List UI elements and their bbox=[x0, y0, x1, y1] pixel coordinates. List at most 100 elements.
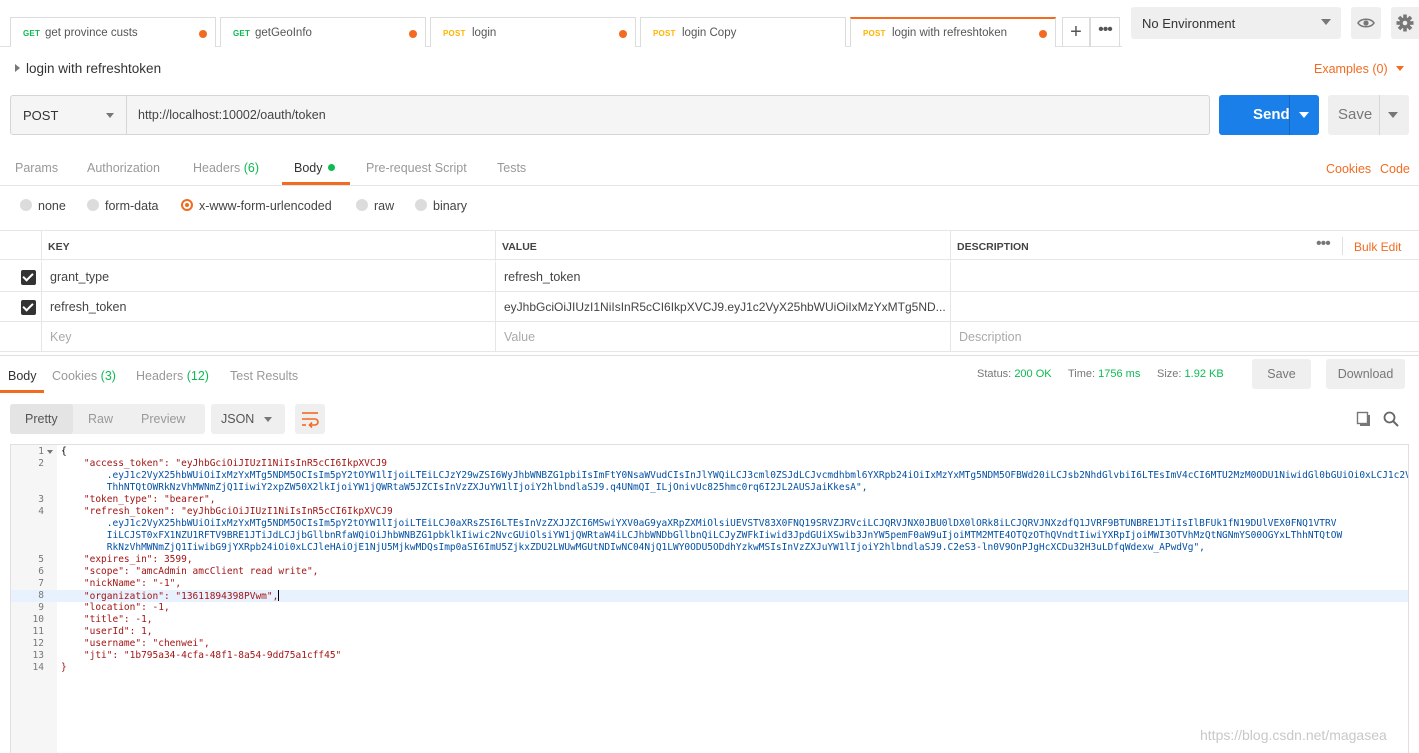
divider bbox=[1379, 95, 1380, 135]
fold-arrow-icon[interactable] bbox=[47, 450, 53, 454]
key-cell[interactable]: refresh_token bbox=[42, 292, 496, 322]
wrap-lines-button[interactable] bbox=[295, 404, 325, 434]
value-cell[interactable]: eyJhbGciOiJIUzI1NiIsInR5cCI6IkpXVCJ9.eyJ… bbox=[496, 292, 951, 322]
save-options-chevron-icon[interactable] bbox=[1388, 112, 1398, 118]
code-text: "location": -1, bbox=[61, 602, 170, 613]
time-label: Time: bbox=[1068, 368, 1096, 380]
request-tab[interactable]: GET get province custs bbox=[10, 17, 216, 47]
url-input[interactable]: http://localhost:10002/oauth/token bbox=[138, 108, 326, 122]
key-column-header: KEY bbox=[42, 231, 496, 261]
search-icon[interactable] bbox=[1383, 411, 1399, 427]
code-text: "title": -1, bbox=[61, 614, 153, 625]
more-options-icon[interactable]: ••• bbox=[1316, 235, 1331, 253]
save-button[interactable]: Save bbox=[1328, 95, 1409, 135]
value-cell[interactable]: refresh_token bbox=[496, 262, 951, 292]
chevron-down-icon bbox=[1395, 66, 1404, 71]
manage-environments-button[interactable] bbox=[1391, 7, 1419, 39]
request-tab[interactable]: POST login Copy bbox=[640, 17, 846, 47]
download-response-button[interactable]: Download bbox=[1326, 359, 1405, 389]
line-number: 12 bbox=[32, 638, 44, 649]
status-value: 200 OK bbox=[1014, 368, 1052, 380]
line-number: 5 bbox=[38, 554, 44, 565]
method-select[interactable]: POST bbox=[11, 96, 127, 134]
code-line-active: 8 "organization": "13611894398PVwm", bbox=[11, 590, 1408, 602]
tab-authorization[interactable]: Authorization bbox=[87, 161, 160, 175]
unsaved-dot-icon bbox=[1039, 30, 1047, 38]
value-value: eyJhbGciOiJIUzI1NiIsInR5cCI6IkpXVCJ9.eyJ… bbox=[504, 300, 946, 314]
radio-x-www-form-urlencoded[interactable]: x-www-form-urlencoded bbox=[181, 199, 332, 213]
code-text: .eyJ1c2VyX25hbWUiOiIxMzYxMTg5NDM5OCIsIm5… bbox=[61, 518, 1337, 529]
chevron-down-icon bbox=[1321, 19, 1331, 25]
line-number: 14 bbox=[32, 662, 44, 673]
radio-none[interactable]: none bbox=[20, 199, 66, 213]
response-tab-body[interactable]: Body bbox=[8, 369, 37, 383]
line-number: 7 bbox=[38, 578, 44, 589]
radio-circle-icon bbox=[415, 199, 427, 211]
tab-name: login Copy bbox=[682, 27, 737, 39]
radio-circle-icon bbox=[356, 199, 368, 211]
key-cell[interactable]: grant_type bbox=[42, 262, 496, 292]
save-response-button[interactable]: Save bbox=[1252, 359, 1311, 389]
response-tab-cookies[interactable]: Cookies (3) bbox=[52, 369, 116, 383]
code-link[interactable]: Code bbox=[1380, 162, 1410, 176]
examples-dropdown[interactable]: Examples (0) bbox=[1314, 62, 1404, 76]
code-text: "username": "chenwei", bbox=[61, 638, 210, 649]
request-tab[interactable]: POST login bbox=[430, 17, 636, 47]
key-value: grant_type bbox=[50, 270, 110, 284]
view-mode-raw[interactable]: Raw bbox=[88, 412, 113, 426]
code-line: 1{ bbox=[11, 446, 1408, 458]
code-line: 6 "scope": "amcAdmin amcClient read writ… bbox=[11, 566, 1408, 578]
request-tab-active[interactable]: POST login with refreshtoken bbox=[850, 17, 1056, 47]
row-checkbox[interactable] bbox=[21, 300, 36, 315]
tab-name: getGeoInfo bbox=[255, 27, 312, 39]
checkbox-column-header bbox=[0, 231, 42, 261]
line-number: 8 bbox=[38, 590, 44, 601]
code-line: RkNzVhMWNmZjQ1IiwibG9jYXRpb24iOi0xLCJleH… bbox=[11, 542, 1408, 554]
chevron-down-icon bbox=[264, 417, 272, 422]
tab-name: get province custs bbox=[45, 27, 138, 39]
unsaved-dot-icon bbox=[409, 30, 417, 38]
row-checkbox[interactable] bbox=[21, 270, 36, 285]
description-header-label: DESCRIPTION bbox=[957, 241, 1029, 253]
request-tab[interactable]: GET getGeoInfo bbox=[220, 17, 426, 47]
tab-tests[interactable]: Tests bbox=[497, 161, 526, 175]
watermark-text: https://blog.csdn.net/magasea bbox=[1200, 727, 1387, 743]
view-mode-segmented-control: Pretty Raw Preview bbox=[10, 404, 205, 434]
chevron-down-icon bbox=[106, 113, 114, 118]
tab-headers[interactable]: Headers (6) bbox=[193, 161, 259, 175]
description-cell[interactable] bbox=[951, 262, 1419, 292]
new-tab-button[interactable]: + bbox=[1062, 17, 1090, 47]
view-mode-pretty[interactable]: Pretty bbox=[25, 412, 58, 426]
cookies-link[interactable]: Cookies bbox=[1326, 162, 1371, 176]
response-body-editor[interactable]: 1{ 2 "access_token": "eyJhbGciOiJIUzI1Ni… bbox=[10, 444, 1409, 753]
radio-binary[interactable]: binary bbox=[415, 199, 467, 213]
tab-body[interactable]: Body bbox=[294, 161, 335, 175]
examples-label: Examples (0) bbox=[1314, 62, 1388, 76]
tab-params[interactable]: Params bbox=[15, 161, 58, 175]
response-tab-test-results[interactable]: Test Results bbox=[230, 369, 298, 383]
description-cell[interactable]: Description bbox=[951, 322, 1419, 352]
environment-select[interactable]: No Environment bbox=[1131, 7, 1341, 39]
value-header-label: VALUE bbox=[502, 241, 537, 253]
view-mode-preview[interactable]: Preview bbox=[141, 412, 185, 426]
radio-raw[interactable]: raw bbox=[356, 199, 394, 213]
radio-circle-icon bbox=[20, 199, 32, 211]
bulk-edit-link[interactable]: Bulk Edit bbox=[1354, 240, 1401, 254]
wrap-lines-icon bbox=[302, 412, 319, 429]
radio-form-data[interactable]: form-data bbox=[87, 199, 159, 213]
copy-icon[interactable] bbox=[1356, 411, 1372, 427]
description-cell[interactable] bbox=[951, 292, 1419, 322]
send-button[interactable]: Send bbox=[1219, 95, 1319, 135]
key-cell[interactable]: Key bbox=[42, 322, 496, 352]
divider bbox=[1289, 95, 1290, 135]
code-text: ThhNTQtOWRkNzVhMWNmZjQ1IiwiY2xpZW50X2lkI… bbox=[61, 482, 868, 493]
value-cell[interactable]: Value bbox=[496, 322, 951, 352]
format-select[interactable]: JSON bbox=[211, 404, 285, 434]
response-tab-headers[interactable]: Headers (12) bbox=[136, 369, 209, 383]
request-name[interactable]: login with refreshtoken bbox=[15, 61, 161, 76]
radio-label: form-data bbox=[105, 199, 159, 213]
send-options-chevron-icon[interactable] bbox=[1299, 112, 1309, 118]
tab-prerequest-script[interactable]: Pre-request Script bbox=[366, 161, 467, 175]
environment-quick-look-button[interactable] bbox=[1351, 7, 1381, 39]
tab-options-button[interactable]: ••• bbox=[1090, 17, 1120, 47]
